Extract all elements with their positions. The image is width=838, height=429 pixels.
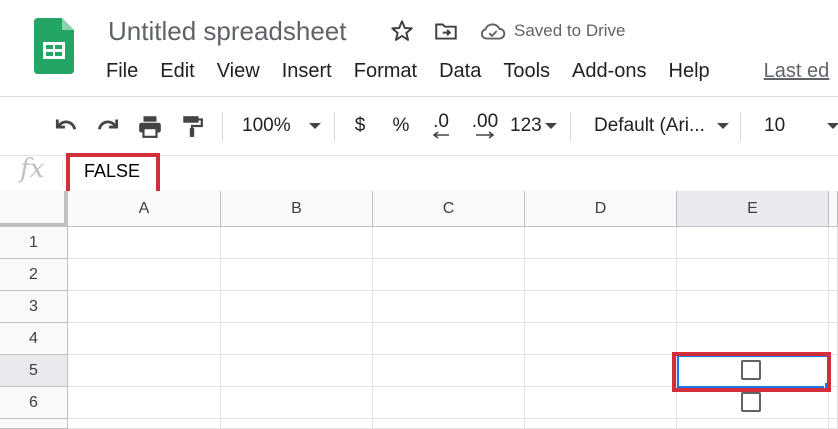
cell-e1[interactable] — [677, 227, 829, 259]
menu-addons[interactable]: Add-ons — [572, 60, 658, 88]
cell-b1[interactable] — [221, 227, 373, 259]
row-header-1[interactable]: 1 — [0, 227, 68, 259]
last-edit-link[interactable]: Last ed — [764, 60, 838, 88]
select-all-corner[interactable] — [0, 191, 68, 227]
cell-b4[interactable] — [221, 323, 373, 355]
cell-highlight-box — [672, 352, 831, 392]
cell-c5[interactable] — [373, 355, 525, 387]
column-header-c[interactable]: C — [373, 191, 525, 227]
document-title[interactable]: Untitled spreadsheet — [108, 16, 346, 47]
cell-a2[interactable] — [68, 259, 221, 291]
cell-c3[interactable] — [373, 291, 525, 323]
column-header-d[interactable]: D — [525, 191, 677, 227]
currency-button[interactable]: $ — [350, 112, 370, 140]
cell-c7[interactable] — [373, 419, 525, 429]
row-header-3[interactable]: 3 — [0, 291, 68, 323]
column-header-e[interactable]: E — [677, 191, 829, 227]
percent-button[interactable]: % — [390, 112, 412, 140]
chevron-down-icon — [827, 123, 838, 129]
menu-file[interactable]: File — [106, 60, 149, 88]
paint-format-icon[interactable] — [178, 112, 206, 140]
cell-a3[interactable] — [68, 291, 221, 323]
cell-d6[interactable] — [525, 387, 677, 419]
menu-view[interactable]: View — [217, 60, 271, 88]
redo-icon[interactable] — [94, 112, 122, 140]
row-header-5[interactable]: 5 — [0, 355, 68, 387]
column-header-b[interactable]: B — [221, 191, 373, 227]
chevron-down-icon — [308, 123, 321, 129]
print-icon[interactable] — [136, 112, 164, 140]
zoom-select[interactable]: 100% — [242, 112, 322, 140]
cell-d4[interactable] — [525, 323, 677, 355]
menu-format[interactable]: Format — [354, 60, 428, 88]
increase-decimal-button[interactable]: .00 — [470, 112, 500, 140]
cell-f3[interactable] — [829, 291, 838, 323]
cell-d1[interactable] — [525, 227, 677, 259]
move-to-folder-icon[interactable] — [433, 18, 461, 46]
chevron-down-icon — [716, 123, 729, 129]
arrow-right-icon — [476, 131, 495, 139]
more-formats-button[interactable]: 123 — [510, 112, 560, 140]
cell-d2[interactable] — [525, 259, 677, 291]
cloud-saved-icon[interactable] — [479, 18, 507, 46]
zoom-value: 100% — [242, 115, 291, 136]
cell-a7[interactable] — [68, 419, 221, 429]
menu-edit[interactable]: Edit — [160, 60, 205, 88]
cell-c4[interactable] — [373, 323, 525, 355]
font-family-select[interactable]: Default (Ari... — [594, 112, 730, 140]
cell-d7[interactable] — [525, 419, 677, 429]
cell-e2[interactable] — [677, 259, 829, 291]
cell-c6[interactable] — [373, 387, 525, 419]
cell-d5[interactable] — [525, 355, 677, 387]
cell-a6[interactable] — [68, 387, 221, 419]
cell-a1[interactable] — [68, 227, 221, 259]
decrease-decimal-button[interactable]: .0 — [427, 112, 455, 140]
cell-e7[interactable] — [677, 419, 829, 429]
row-header-7[interactable] — [0, 419, 68, 429]
cell-b7[interactable] — [221, 419, 373, 429]
cell-d3[interactable] — [525, 291, 677, 323]
header-divider — [0, 96, 838, 97]
checkbox-e6[interactable] — [741, 392, 761, 412]
font-size-select[interactable]: 10 — [764, 112, 838, 140]
row-header-6[interactable]: 6 — [0, 387, 68, 419]
cell-f4[interactable] — [829, 323, 838, 355]
cell-a5[interactable] — [68, 355, 221, 387]
menu-tools[interactable]: Tools — [503, 60, 561, 88]
cell-b3[interactable] — [221, 291, 373, 323]
cell-b5[interactable] — [221, 355, 373, 387]
cell-a4[interactable] — [68, 323, 221, 355]
cell-e3[interactable] — [677, 291, 829, 323]
toolbar: 100% $ % .0 .00 123 Default (Ari... 10 — [0, 98, 838, 154]
undo-icon[interactable] — [52, 112, 80, 140]
sheets-logo[interactable] — [34, 18, 74, 74]
column-header-a[interactable]: A — [68, 191, 221, 227]
fx-icon: fx — [20, 154, 45, 184]
chevron-down-icon — [544, 123, 557, 129]
save-status: Saved to Drive — [514, 21, 626, 40]
menu-bar: File Edit View Insert Format Data Tools … — [106, 60, 838, 88]
cell-e4[interactable] — [677, 323, 829, 355]
arrow-left-icon — [432, 131, 449, 139]
cell-f1[interactable] — [829, 227, 838, 259]
row-header-4[interactable]: 4 — [0, 323, 68, 355]
cell-b6[interactable] — [221, 387, 373, 419]
cell-c2[interactable] — [373, 259, 525, 291]
menu-insert[interactable]: Insert — [282, 60, 343, 88]
menu-data[interactable]: Data — [439, 60, 492, 88]
menu-help[interactable]: Help — [669, 60, 721, 88]
star-icon[interactable] — [389, 18, 417, 46]
cell-f2[interactable] — [829, 259, 838, 291]
column-header-f[interactable] — [829, 191, 838, 227]
cell-b2[interactable] — [221, 259, 373, 291]
cell-f7[interactable] — [829, 419, 838, 429]
cell-c1[interactable] — [373, 227, 525, 259]
row-header-2[interactable]: 2 — [0, 259, 68, 291]
